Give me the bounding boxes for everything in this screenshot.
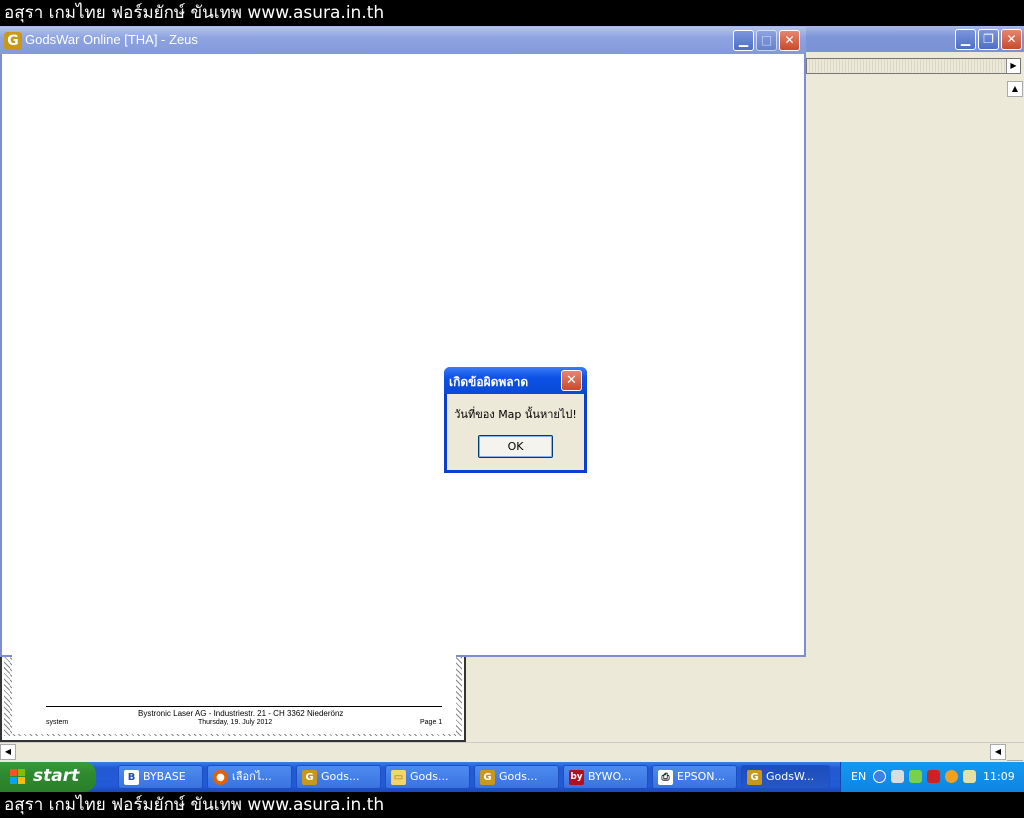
language-indicator[interactable]: EN xyxy=(851,770,866,783)
error-dialog: เกิดข้อผิดพลาด ✕ วันที่ของ Map นั้นหายไป… xyxy=(444,367,587,473)
taskbar-item-godswar-1[interactable]: G Gods... xyxy=(296,765,381,789)
close-icon[interactable]: ✕ xyxy=(779,30,800,51)
taskbar-item-epson[interactable]: ⎙ EPSON... xyxy=(652,765,737,789)
dialog-title: เกิดข้อผิดพลาด xyxy=(449,375,529,389)
clock[interactable]: 11:09 xyxy=(983,770,1015,783)
folder-icon: ▭ xyxy=(391,770,406,785)
window-title: GodsWar Online [THA] - Zeus xyxy=(25,32,198,47)
toolbar-scrollbar[interactable]: ▶ xyxy=(806,58,1021,74)
close-icon[interactable]: ✕ xyxy=(1001,29,1022,50)
company-line: Bystronic Laser AG - Industriestr. 21 - … xyxy=(138,709,344,718)
printer-icon: ⎙ xyxy=(658,770,673,785)
game-window: G GodsWar Online [THA] - Zeus ▁ □ ✕ xyxy=(0,27,806,657)
app-tray-icon[interactable] xyxy=(945,770,958,783)
taskbar-item-godswar-2[interactable]: G Gods... xyxy=(474,765,559,789)
taskbar-item-godswar-active[interactable]: G GodsW... xyxy=(741,765,830,789)
scroll-left-icon[interactable]: ◀ xyxy=(0,744,16,760)
bywork-icon: by xyxy=(569,770,584,785)
footer-system: system xyxy=(46,719,69,726)
system-tray: EN 11:09 xyxy=(840,762,1024,792)
show-hidden-icons-icon[interactable] xyxy=(873,770,886,783)
taskbar-item-label: Gods... xyxy=(499,770,538,783)
taskbar-item-firefox[interactable]: ● เลือกไ... xyxy=(207,765,292,789)
footer-date: Thursday, 19. July 2012 xyxy=(198,719,273,726)
close-icon[interactable]: ✕ xyxy=(561,370,582,391)
taskbar-item-label: GodsW... xyxy=(766,770,815,783)
start-button[interactable]: start xyxy=(0,762,96,792)
bybase-icon: B xyxy=(124,770,139,785)
page-footer-area: Bystronic Laser AG - Industriestr. 21 - … xyxy=(12,654,456,734)
start-label: start xyxy=(33,766,80,786)
vertical-scrollbar[interactable]: ▲ ▼ xyxy=(1006,81,1024,761)
restore-icon[interactable]: ❐ xyxy=(978,29,999,50)
footer-page-number: Page 1 xyxy=(420,719,443,726)
godswar-icon: G xyxy=(480,770,495,785)
dialog-titlebar[interactable]: เกิดข้อผิดพลาด ✕ xyxy=(444,367,587,394)
maximize-icon: □ xyxy=(756,30,777,51)
footer-rule xyxy=(46,706,442,707)
arrow-right-icon[interactable]: ▶ xyxy=(1006,59,1020,73)
security-shield-icon[interactable] xyxy=(927,770,940,783)
taskbar-item-label: EPSON... xyxy=(677,770,725,783)
minimize-icon[interactable]: ▁ xyxy=(955,29,976,50)
top-banner: อสุรา เกมไทย ฟอร์มยักษ์ ขันเทพ www.asura… xyxy=(0,0,1024,26)
messenger-icon[interactable] xyxy=(963,770,976,783)
godswar-icon: G xyxy=(302,770,317,785)
windows-flag-icon xyxy=(10,769,26,785)
godswar-icon: G xyxy=(4,32,22,50)
taskbar-item-label: BYWO... xyxy=(588,770,632,783)
dialog-message: วันที่ของ Map นั้นหายไป! xyxy=(454,408,577,421)
game-window-titlebar[interactable]: G GodsWar Online [THA] - Zeus ▁ □ ✕ xyxy=(0,27,806,54)
horizontal-scrollbar[interactable]: ◀ ◀ xyxy=(0,742,1024,760)
taskbar-item-label: Gods... xyxy=(321,770,360,783)
taskbar-item-bybase[interactable]: B BYBASE xyxy=(118,765,203,789)
document-page-preview: Bystronic Laser AG - Industriestr. 21 - … xyxy=(0,652,466,742)
ok-button[interactable]: OK xyxy=(478,435,553,458)
printer-tray-icon[interactable] xyxy=(891,770,904,783)
taskbar-item-label: BYBASE xyxy=(143,770,186,783)
network-icon[interactable] xyxy=(909,770,922,783)
minimize-icon[interactable]: ▁ xyxy=(733,30,754,51)
scroll-right-icon[interactable]: ◀ xyxy=(990,744,1006,760)
taskbar-item-folder[interactable]: ▭ Gods... xyxy=(385,765,470,789)
scroll-up-icon[interactable]: ▲ xyxy=(1007,81,1023,97)
taskbar: start B BYBASE ● เลือกไ... G Gods... ▭ G… xyxy=(0,762,1024,792)
bottom-banner: อสุรา เกมไทย ฟอร์มยักษ์ ขันเทพ www.asura… xyxy=(0,792,1024,818)
taskbar-item-label: เลือกไ... xyxy=(232,770,272,783)
firefox-icon: ● xyxy=(213,770,228,785)
taskbar-item-bywork[interactable]: by BYWO... xyxy=(563,765,648,789)
godswar-icon: G xyxy=(747,770,762,785)
taskbar-item-label: Gods... xyxy=(410,770,449,783)
